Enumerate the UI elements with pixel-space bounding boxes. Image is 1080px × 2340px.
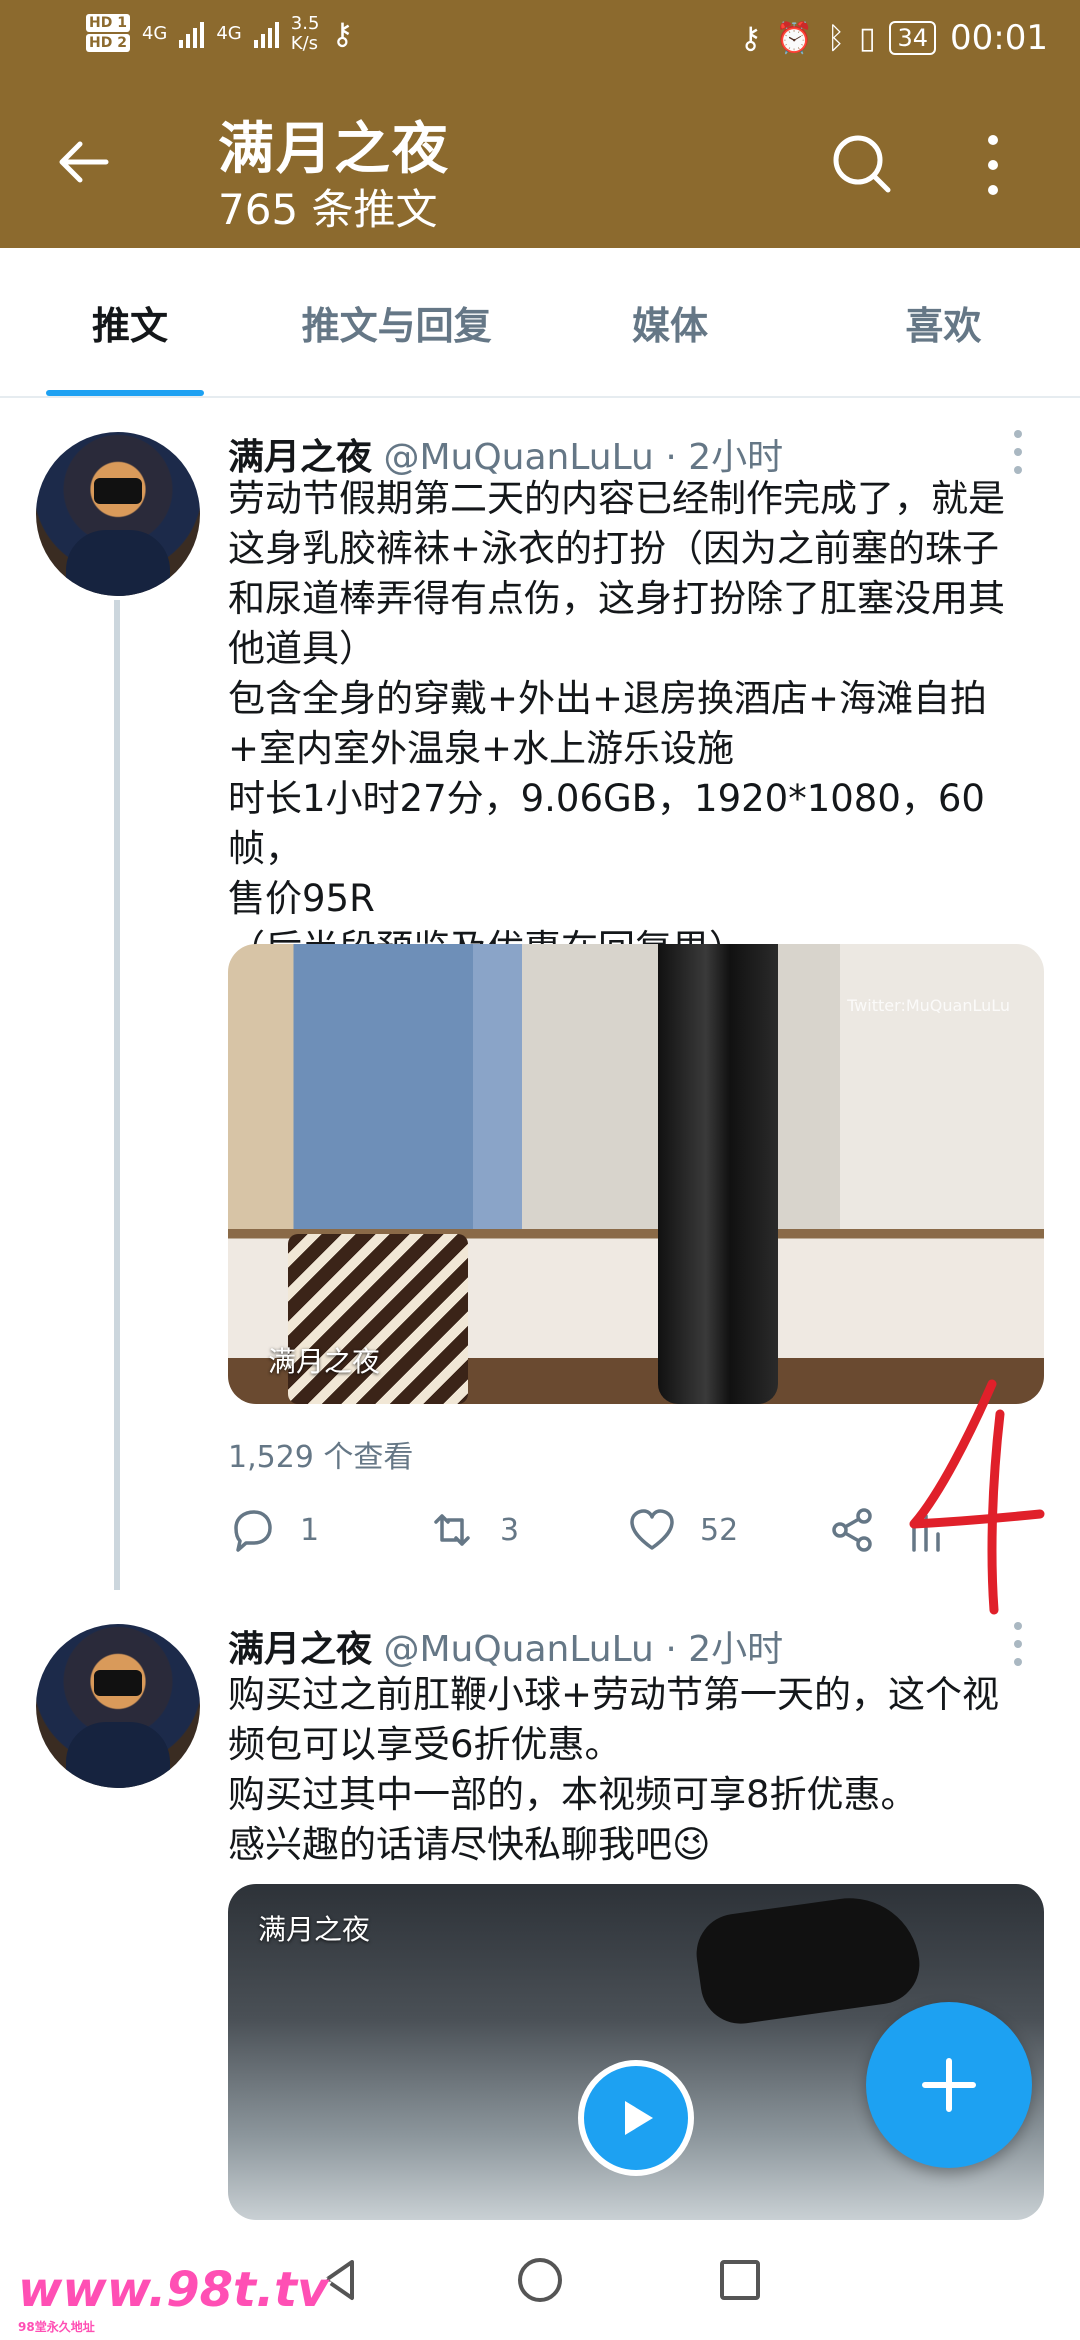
network-2-label: 4G	[216, 23, 242, 44]
watermark-text: www.98t.tv	[18, 2262, 329, 2318]
tweet-text-line: 这身乳胶裤袜+泳衣的打扮（因为之前塞的珠子	[228, 527, 1000, 570]
thread-line	[114, 600, 120, 1590]
tweet-text-line: 购买过之前肛鞭小球+劳动节第一天的，这个视	[228, 1673, 1000, 1716]
clock: 00:01	[950, 18, 1048, 58]
tweet-actions: 1 3 52	[228, 1500, 988, 1560]
avatar[interactable]	[36, 432, 200, 596]
like-button[interactable]: 52	[628, 1506, 828, 1554]
plus-icon	[922, 2058, 976, 2112]
profile-tabs: 推文 推文与回复 媒体 喜欢	[0, 248, 1080, 398]
tab-tweets-replies[interactable]: 推文与回复	[260, 248, 533, 396]
bluetooth-icon: ᛒ	[826, 20, 845, 56]
tweet-time: · 2小时	[665, 1629, 784, 1670]
hd-indicator: HD 1 HD 2	[86, 14, 130, 54]
tweet-text-line: 和尿道棒弄得有点伤，这身打扮除了肛塞没用其	[228, 577, 1005, 620]
view-count: 1,529 个查看	[228, 1440, 414, 1475]
page-title: 满月之夜	[218, 117, 450, 182]
tweet-1-header: 满月之夜 @MuQuanLuLu · 2小时	[228, 428, 783, 480]
hd2-label: HD 2	[86, 34, 130, 52]
vibrate-icon: ▯	[858, 20, 876, 56]
share-button[interactable]	[828, 1506, 908, 1554]
tweet-count: 765 条推文	[218, 185, 438, 234]
signal-2-icon	[253, 20, 279, 48]
tweet-author-name[interactable]: 满月之夜	[228, 437, 372, 478]
handwritten-annotation: 4	[900, 1374, 1045, 1615]
more-vertical-icon[interactable]	[978, 130, 1008, 200]
network-2: 4G	[216, 24, 241, 44]
tweet-text-line: 他道具）	[228, 627, 376, 670]
retweet-count: 3	[500, 1512, 520, 1548]
key-icon: ⚷	[331, 16, 354, 52]
tweet-text-line: 劳动节假期第二天的内容已经制作完成了，就是	[228, 477, 1005, 520]
tweet-time: · 2小时	[665, 437, 784, 478]
share-icon	[832, 1508, 872, 1552]
tweet-author-handle: @MuQuanLuLu	[383, 437, 654, 478]
compose-button[interactable]	[866, 2002, 1032, 2168]
tweet-1-text: 劳动节假期第二天的内容已经制作完成了，就是 这身乳胶裤袜+泳衣的打扮（因为之前塞…	[228, 474, 1048, 974]
hd1-label: HD 1	[86, 14, 130, 32]
net-speed: 3.5 K/s	[291, 14, 320, 54]
nav-recents-icon[interactable]	[714, 2254, 766, 2306]
media-label: 满月之夜	[268, 1345, 381, 1378]
status-bar: HD 1 HD 2 4G 4G 3.5 K/s ⚷ ⚷ ⏰ ᛒ ▯ 34 00:…	[0, 0, 1080, 82]
search-icon[interactable]	[828, 130, 894, 196]
like-count: 52	[700, 1512, 739, 1548]
vpn-key-icon: ⚷	[739, 20, 762, 56]
play-button[interactable]	[578, 2060, 694, 2176]
network-1: 4G	[142, 24, 167, 44]
tweet-text-line: 包含全身的穿戴+外出+退房换酒店+海滩自拍	[228, 677, 988, 720]
reply-icon	[234, 1510, 272, 1552]
heart-icon	[630, 1509, 674, 1550]
battery-icon: 34	[889, 21, 937, 55]
status-left: HD 1 HD 2 4G 4G 3.5 K/s ⚷	[86, 14, 353, 54]
net-speed-value: 3.5	[290, 13, 320, 34]
network-1-label: 4G	[141, 23, 168, 44]
tweet-menu-icon[interactable]	[1012, 1622, 1024, 1666]
tweet-author-handle: @MuQuanLuLu	[383, 1629, 654, 1670]
tab-tweets[interactable]: 推文	[0, 248, 260, 396]
figure	[658, 944, 778, 1404]
battery-level: 34	[897, 24, 929, 52]
profile-header: 满月之夜 765 条推文	[0, 82, 1080, 248]
media-label: 满月之夜	[258, 1913, 371, 1946]
tweet-menu-icon[interactable]	[1012, 430, 1024, 474]
tweet-1-image[interactable]: Twitter:MuQuanLuLu 满月之夜	[228, 944, 1044, 1404]
arrow-left-icon[interactable]	[54, 132, 114, 192]
tweet-2-header: 满月之夜 @MuQuanLuLu · 2小时	[228, 1620, 783, 1672]
tweet-text-line: 频包可以享受6折优惠。	[228, 1723, 622, 1766]
tab-likes[interactable]: 喜欢	[807, 248, 1080, 396]
media-watermark: Twitter:MuQuanLuLu	[847, 996, 1010, 1015]
retweet-button[interactable]: 3	[428, 1506, 628, 1554]
watermark-subtext: 98堂永久地址	[18, 2320, 95, 2334]
net-speed-unit: K/s	[290, 33, 319, 54]
alarm-icon: ⏰	[775, 20, 813, 56]
tweet-text-line: 购买过其中一部的，本视频可享8折优惠。	[228, 1773, 918, 1816]
avatar[interactable]	[36, 1624, 200, 1788]
reply-count: 1	[300, 1512, 320, 1548]
tweet-text-line: 售价95R	[228, 877, 375, 920]
retweet-icon	[434, 1514, 470, 1546]
status-right: ⚷ ⏰ ᛒ ▯ 34 00:01	[740, 18, 1048, 58]
signal-1-icon	[179, 20, 205, 48]
tweet-text-line: 时长1小时27分，9.06GB，1920*1080，60帧，	[228, 777, 985, 870]
tweet-author-name[interactable]: 满月之夜	[228, 1629, 372, 1670]
reply-button[interactable]: 1	[228, 1506, 428, 1554]
nav-home-icon[interactable]	[514, 2254, 566, 2306]
site-watermark: www.98t.tv 98堂永久地址	[18, 2262, 328, 2335]
annotation-text: 4	[900, 1374, 901, 1375]
tweet-text-line: 感兴趣的话请尽快私聊我吧😉	[228, 1823, 711, 1866]
tab-media[interactable]: 媒体	[533, 248, 806, 396]
play-icon	[625, 2101, 653, 2135]
tweet-2-text: 购买过之前肛鞭小球+劳动节第一天的，这个视 频包可以享受6折优惠。 购买过其中一…	[228, 1670, 1048, 1870]
video-frame-shoe	[691, 1889, 925, 2029]
tweet-text-line: +室内室外温泉+水上游乐设施	[228, 727, 735, 770]
